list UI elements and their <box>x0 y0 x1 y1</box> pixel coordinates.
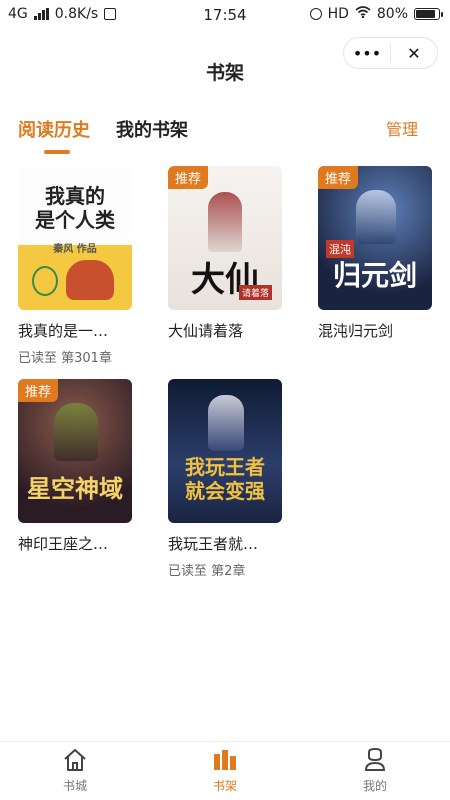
tab-reading-history[interactable]: 阅读历史 <box>18 116 90 154</box>
book-item[interactable]: 推荐 大仙 请着落 大仙请着落 <box>168 166 318 379</box>
recommend-badge: 推荐 <box>168 166 209 189</box>
cover-warrior-illustration <box>356 190 396 244</box>
book-title: 混沌归元剑 <box>318 322 394 340</box>
tab-my-bookshelf[interactable]: 我的书架 <box>116 116 188 142</box>
status-bar: 4G 0.8K/s 17:54 HD 80% <box>0 0 450 30</box>
alarm-icon <box>309 8 322 20</box>
book-grid: 我真的 是个人类 秦风 作品 我真的是一… 已读至 第301章 推荐 大仙 请着落… <box>18 166 438 592</box>
nav-label: 书城 <box>62 779 87 793</box>
bookshelf-icon <box>212 748 238 775</box>
book-cover: 我玩王者 就会变强 <box>168 379 282 523</box>
bottom-nav: 书城 书架 我的 <box>0 741 450 800</box>
tab-bar: 阅读历史 我的书架 <box>18 116 188 154</box>
cover-character-illustration <box>66 260 114 300</box>
profile-icon <box>362 747 388 775</box>
nav-label: 书架 <box>212 779 237 793</box>
nav-bookshelf[interactable]: 书架 <box>150 742 300 800</box>
nav-label: 我的 <box>362 779 387 793</box>
cover-warrior-illustration <box>54 403 98 461</box>
book-item[interactable]: 推荐 混沌 归元剑 混沌归元剑 <box>318 166 438 379</box>
more-icon[interactable]: ••• <box>344 44 390 63</box>
book-cover: 推荐 大仙 请着落 <box>168 166 282 310</box>
book-title: 我真的是一… <box>18 322 109 340</box>
cover-figure-illustration <box>208 192 242 252</box>
home-icon <box>62 748 88 775</box>
book-item[interactable]: 推荐 星空神域 神印王座之… <box>18 379 168 592</box>
battery-percent: 80% <box>376 6 408 22</box>
recommend-badge: 推荐 <box>318 166 359 189</box>
recommend-badge: 推荐 <box>18 379 59 402</box>
book-item[interactable]: 我真的 是个人类 秦风 作品 我真的是一… 已读至 第301章 <box>18 166 168 379</box>
book-title: 神印王座之… <box>18 535 109 553</box>
book-cover: 推荐 混沌 归元剑 <box>318 166 432 310</box>
close-icon[interactable]: ✕ <box>391 44 437 63</box>
nav-bookstore[interactable]: 书城 <box>0 742 150 800</box>
manage-button[interactable]: 管理 <box>386 116 418 140</box>
book-progress: 已读至 第301章 <box>18 351 112 366</box>
book-title: 我玩王者就… <box>168 535 259 553</box>
cover-character-illustration <box>208 395 244 451</box>
book-progress: 已读至 第2章 <box>168 564 246 579</box>
book-item[interactable]: 我玩王者 就会变强 我玩王者就… 已读至 第2章 <box>168 379 318 592</box>
mini-program-capsule: ••• ✕ <box>343 37 438 69</box>
cover-fan-illustration <box>32 266 58 296</box>
battery-icon <box>414 8 443 20</box>
hd-label: HD <box>327 6 349 22</box>
nav-profile[interactable]: 我的 <box>300 742 450 800</box>
book-cover: 我真的 是个人类 秦风 作品 <box>18 166 132 310</box>
book-cover: 推荐 星空神域 <box>18 379 132 523</box>
book-title: 大仙请着落 <box>168 322 244 340</box>
wifi-icon <box>355 6 371 22</box>
